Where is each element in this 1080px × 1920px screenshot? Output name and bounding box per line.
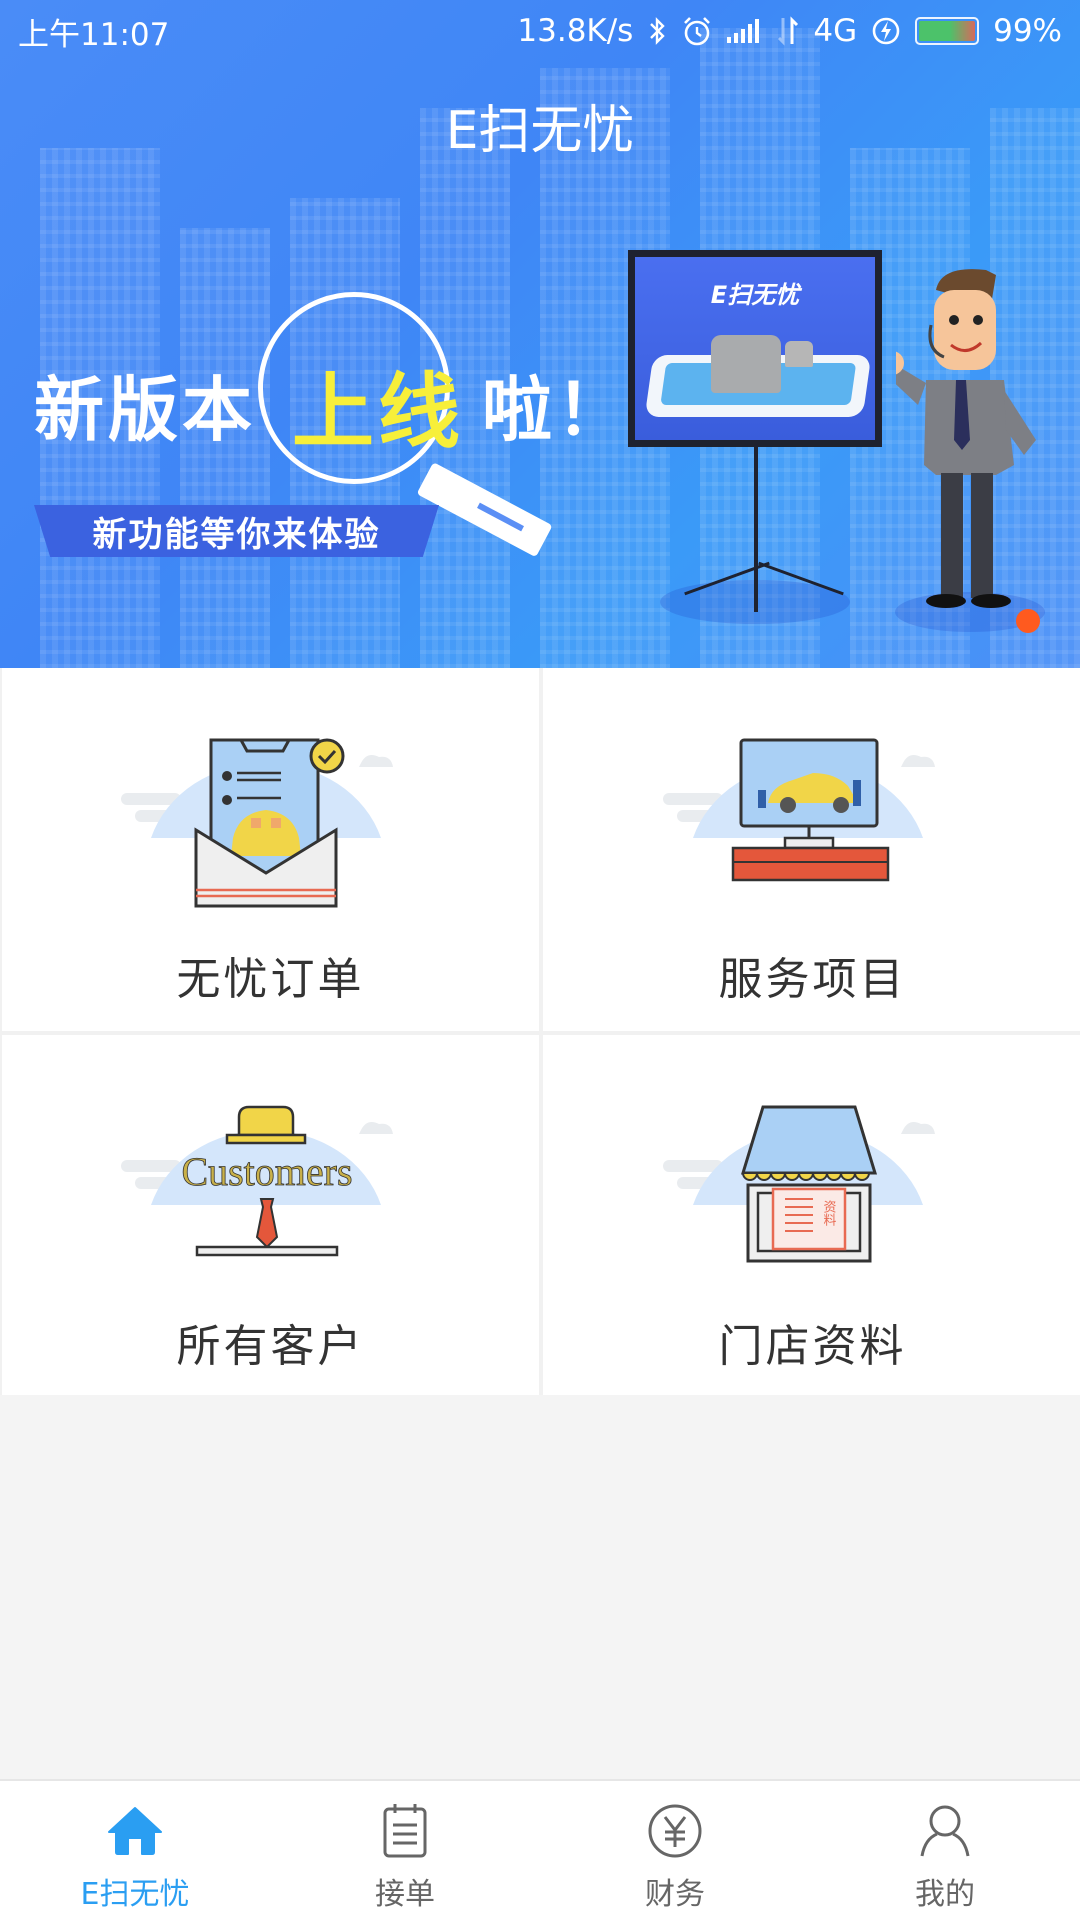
tab-finance[interactable]: 财务: [540, 1781, 810, 1920]
data-arrows-icon: [777, 14, 799, 48]
user-icon: [915, 1801, 975, 1861]
tab-profile[interactable]: 我的: [810, 1781, 1080, 1920]
menu-item-services[interactable]: 服务项目: [543, 668, 1080, 1031]
status-time: 上午11:07: [18, 16, 170, 53]
banner-headline: 新版本 上线 啦！: [34, 345, 630, 464]
promo-banner[interactable]: 上午11:07 13.8K/s 4G 99% E扫无忧 新版本 上线 啦！ 新功…: [0, 0, 1080, 668]
network-type: 4G: [813, 13, 858, 49]
car-illustration: [711, 335, 781, 393]
alarm-icon: [681, 14, 713, 48]
menu-item-label: 无忧订单: [176, 954, 365, 1005]
tab-label: 财务: [645, 1877, 705, 1912]
presentation-board: E扫无忧: [628, 250, 882, 447]
order-envelope-icon: [120, 738, 393, 908]
customers-art-text: Customers: [181, 1149, 352, 1194]
bottom-tab-bar: E扫无忧 接单 财务 我的: [0, 1779, 1080, 1920]
menu-item-label: 所有客户: [176, 1321, 365, 1372]
headline-highlight: 上线: [292, 365, 465, 460]
clipboard-icon: [375, 1801, 435, 1861]
home-icon: [105, 1801, 165, 1861]
headline-suffix: 啦！: [482, 369, 631, 451]
page-title: E扫无忧: [445, 101, 635, 161]
store-art-text: 资料: [820, 1200, 836, 1226]
car-illustration: [785, 341, 813, 367]
menu-item-customers[interactable]: Customers 所有客户: [2, 1035, 539, 1395]
signal-icon: [727, 14, 763, 48]
tab-orders[interactable]: 接单: [270, 1781, 540, 1920]
app-root: 上午11:07 13.8K/s 4G 99% E扫无忧 新版本 上线 啦！ 新功…: [0, 0, 1080, 1920]
feature-grid: 无忧订单 服务项目 Customers 所有客户 资料 门店资料: [0, 668, 1080, 1395]
customers-icon: Customers: [120, 1105, 393, 1257]
network-speed: 13.8K/s: [517, 13, 634, 49]
tab-home[interactable]: E扫无忧: [0, 1781, 270, 1920]
headline-prefix: 新版本: [34, 369, 256, 451]
yuan-icon: [645, 1801, 705, 1861]
battery-level-fill: [919, 21, 975, 41]
tripod-pole: [754, 447, 758, 612]
tab-label: E扫无忧: [80, 1877, 190, 1912]
presenter-illustration: [896, 269, 1036, 608]
bluetooth-icon: [647, 14, 667, 48]
charging-icon: [871, 14, 901, 48]
battery-icon: [915, 17, 980, 45]
service-monitor-icon: [662, 738, 935, 882]
banner-ribbon: 新功能等你来体验: [34, 505, 439, 557]
menu-item-label: 门店资料: [718, 1321, 907, 1372]
status-bar: 上午11:07 13.8K/s 4G 99%: [0, 0, 1080, 62]
tab-label: 我的: [915, 1877, 975, 1912]
tab-label: 接单: [375, 1877, 435, 1912]
board-title: E扫无忧: [710, 281, 800, 309]
menu-item-store-info[interactable]: 资料 门店资料: [543, 1035, 1080, 1395]
battery-percent: 99%: [993, 13, 1062, 49]
menu-item-orders[interactable]: 无忧订单: [2, 668, 539, 1031]
carousel-indicator-dot[interactable]: [1016, 609, 1040, 633]
menu-item-label: 服务项目: [718, 954, 907, 1005]
store-info-icon: 资料: [662, 1105, 935, 1263]
